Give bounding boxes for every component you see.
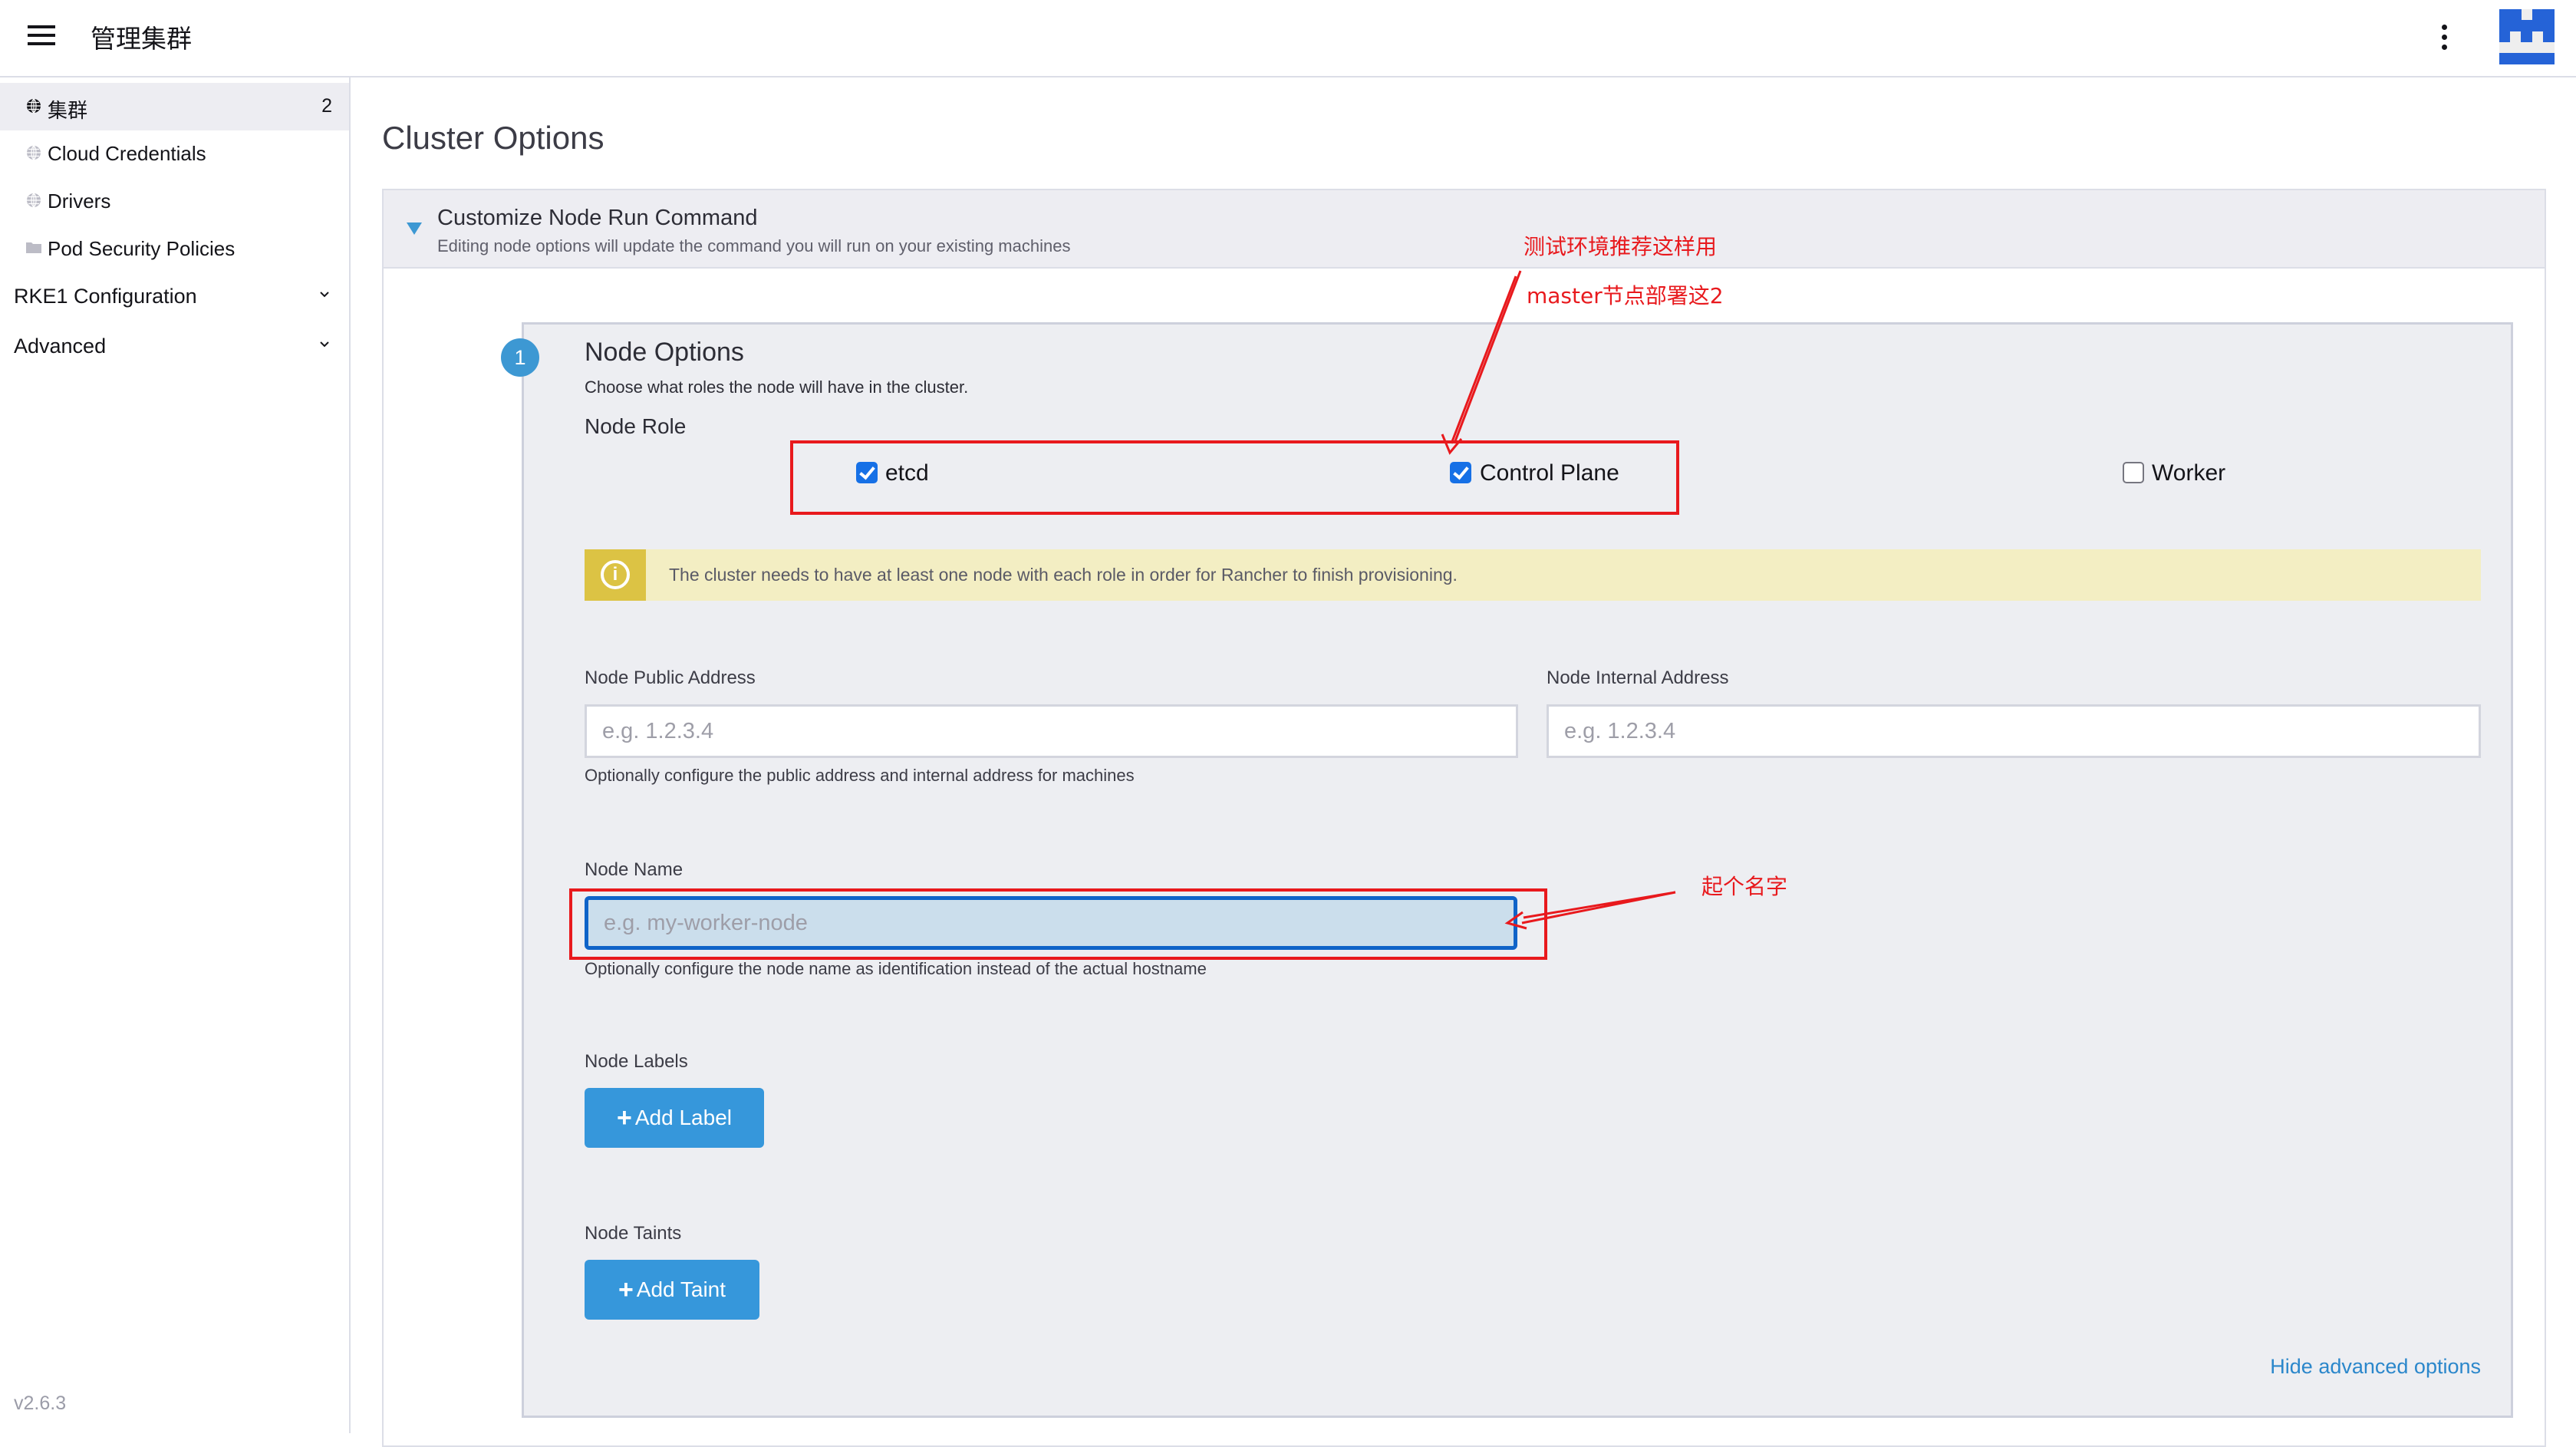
annotation-note-name: 起个名字 <box>1701 874 1788 899</box>
node-internal-address-input[interactable] <box>1547 704 2481 758</box>
sidebar-item-label: Drivers <box>48 190 111 213</box>
annotation-roles-box <box>790 440 1679 515</box>
warning-text: The cluster needs to have at least one n… <box>669 565 1458 585</box>
add-taint-button[interactable]: + Add Taint <box>585 1260 759 1320</box>
sidebar-item-pod-security-policies[interactable]: Pod Security Policies <box>0 225 349 272</box>
add-label-button[interactable]: + Add Label <box>585 1088 764 1148</box>
sidebar-item-clusters[interactable]: 集群 2 <box>0 83 349 130</box>
node-public-address-input[interactable] <box>585 704 1518 758</box>
node-taints-label: Node Taints <box>585 1223 682 1244</box>
step-number-badge: 1 <box>501 338 539 377</box>
add-taint-button-text: Add Taint <box>636 1277 726 1301</box>
folder-icon <box>26 242 41 253</box>
sidebar-item-cloud-credentials[interactable]: Cloud Credentials <box>0 130 349 177</box>
globe-icon <box>27 98 41 114</box>
sidebar-item-label: 集群 <box>48 99 88 122</box>
page-title: Cluster Options <box>382 120 604 156</box>
hamburger-icon-bar <box>28 34 55 37</box>
warning-banner: i The cluster needs to have at least one… <box>585 549 2481 601</box>
sidebar-item-drivers[interactable]: Drivers <box>0 177 349 225</box>
node-options-title: Node Options <box>585 338 744 367</box>
kebab-menu-button[interactable] <box>2433 21 2456 52</box>
hamburger-icon-bar <box>28 42 55 45</box>
chevron-down-icon <box>320 341 329 348</box>
accordion-title: Customize Node Run Command <box>437 206 758 230</box>
worker-checkbox[interactable] <box>2123 462 2144 483</box>
address-hint: Optionally configure the public address … <box>585 766 1135 785</box>
globe-icon <box>27 145 41 160</box>
plus-icon: + <box>618 1275 634 1304</box>
info-icon: i <box>601 560 630 589</box>
annotation-note-roles-2: master节点部署这2 <box>1527 283 1724 308</box>
sidebar-group-label: Advanced <box>14 335 107 358</box>
app-title: 管理集群 <box>91 25 192 53</box>
node-options-subtitle: Choose what roles the node will have in … <box>585 377 969 397</box>
node-name-label: Node Name <box>585 859 684 880</box>
accordion-subtitle: Editing node options will update the com… <box>437 236 1071 255</box>
add-label-button-text: Add Label <box>634 1106 732 1129</box>
plus-icon: + <box>617 1103 632 1132</box>
annotation-node-name-box <box>569 888 1547 960</box>
node-internal-address-label: Node Internal Address <box>1547 667 1729 688</box>
hamburger-icon <box>28 25 55 28</box>
chevron-down-icon <box>320 292 329 298</box>
version-label: v2.6.3 <box>14 1393 67 1414</box>
kebab-menu-icon-dot <box>2442 44 2447 50</box>
sidebar-item-count: 2 <box>321 95 332 117</box>
sidebar-group-rke1-configuration[interactable]: RKE1 Configuration <box>0 274 349 321</box>
top-header: 管理集群 <box>0 0 2576 77</box>
globe-icon <box>27 193 41 208</box>
node-public-address-label: Node Public Address <box>585 667 756 688</box>
node-name-hint: Optionally configure the node name as id… <box>585 959 1207 978</box>
kebab-menu-icon <box>2442 25 2447 30</box>
warning-icon-container: i <box>585 549 646 601</box>
worker-checkbox-label[interactable]: Worker <box>2152 460 2225 486</box>
sidebar-group-label: RKE1 Configuration <box>14 285 197 308</box>
annotation-note-roles-1: 测试环境推荐这样用 <box>1524 234 1718 259</box>
node-labels-label: Node Labels <box>585 1051 688 1072</box>
accordion-header[interactable]: Customize Node Run Command Editing node … <box>384 190 2545 269</box>
sidebar-group-advanced[interactable]: Advanced <box>0 324 349 371</box>
hide-advanced-options-link[interactable]: Hide advanced options <box>2270 1355 2481 1379</box>
sidebar-item-label: Pod Security Policies <box>48 237 236 260</box>
sidebar-item-label: Cloud Credentials <box>48 142 206 165</box>
rancher-logo-icon[interactable] <box>2499 9 2555 64</box>
node-role-label: Node Role <box>585 414 687 438</box>
sidebar: 集群 2 Cloud Credentials Drivers Pod Secur… <box>0 77 351 1433</box>
caret-down-icon <box>407 222 422 235</box>
kebab-menu-icon-dot <box>2442 35 2447 40</box>
hamburger-menu-button[interactable] <box>28 25 55 45</box>
